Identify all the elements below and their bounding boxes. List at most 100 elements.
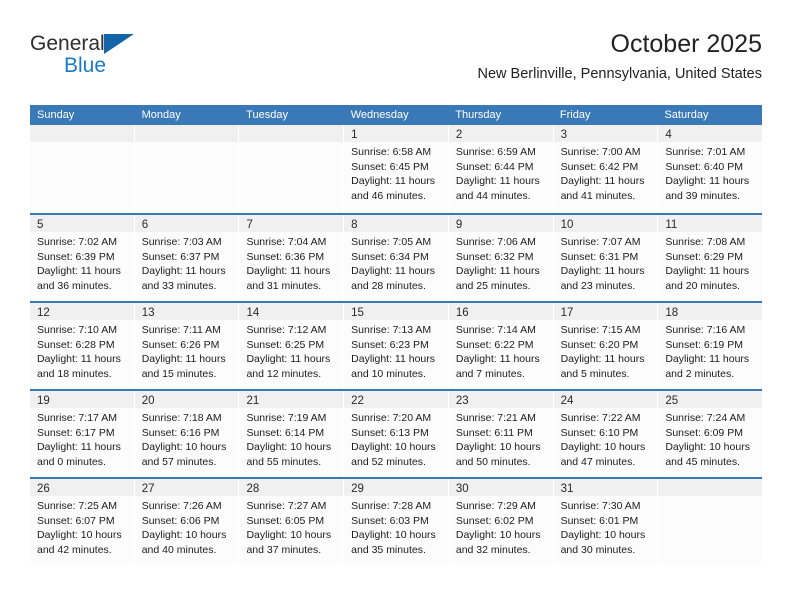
day-cell-12[interactable]: 12 Sunrise: 7:10 AM Sunset: 6:28 PM Dayligh… (30, 303, 135, 389)
daylight-text: Daylight: 10 hours (560, 441, 646, 453)
day-cell-4[interactable]: 4 Sunrise: 7:01 AM Sunset: 6:40 PM Daylight… (658, 125, 763, 213)
day-number: 20 (141, 395, 155, 407)
general-blue-logo[interactable]: General Blue (30, 32, 210, 88)
sunrise-text: Sunrise: 7:03 AM (141, 236, 222, 248)
day-number-band: 7 (239, 215, 344, 232)
daylight-text-cont: and 31 minutes. (246, 279, 322, 292)
day-details: Sunrise: 7:28 AM Sunset: 6:03 PM Daylight:… (344, 496, 448, 557)
daylight-text-cont: and 36 minutes. (37, 279, 112, 292)
week-row: 19 Sunrise: 7:17 AM Sunset: 6:17 PM Dayligh… (30, 389, 763, 477)
day-cell-31[interactable]: 31 Sunrise: 7:30 AM Sunset: 6:01 PM Dayligh… (553, 479, 659, 565)
sunrise-text: Sunrise: 7:01 AM (665, 146, 746, 158)
day-number-band: 28 (239, 479, 344, 496)
day-cell-24[interactable]: 24 Sunrise: 7:22 AM Sunset: 6:10 PM Dayligh… (553, 391, 659, 477)
day-cell-29[interactable]: 29 Sunrise: 7:28 AM Sunset: 6:03 PM Dayligh… (344, 479, 449, 565)
day-details: Sunrise: 7:25 AM Sunset: 6:07 PM Daylight:… (30, 496, 134, 557)
day-cell-6[interactable]: 6 Sunrise: 7:03 AM Sunset: 6:37 PM Daylight… (134, 215, 240, 301)
day-cell-30[interactable]: 30 Sunrise: 7:29 AM Sunset: 6:02 PM Dayligh… (448, 479, 554, 565)
day-details: Sunrise: 7:13 AM Sunset: 6:23 PM Daylight:… (344, 320, 448, 381)
day-number-band: 18 (658, 303, 763, 320)
day-details: Sunrise: 7:30 AM Sunset: 6:01 PM Daylight:… (554, 496, 658, 557)
daylight-text-cont: and 28 minutes. (351, 279, 426, 292)
day-details: Sunrise: 7:20 AM Sunset: 6:13 PM Daylight:… (344, 408, 448, 469)
day-cell-3[interactable]: 3 Sunrise: 7:00 AM Sunset: 6:42 PM Daylight… (553, 125, 659, 213)
day-number: 6 (141, 219, 149, 231)
day-number-band (658, 479, 763, 496)
daylight-text-cont: and 33 minutes. (141, 279, 217, 292)
title-block: October 2025 New Berlinville, Pennsylvan… (478, 28, 763, 84)
day-details: Sunrise: 7:15 AM Sunset: 6:20 PM Daylight:… (554, 320, 658, 381)
day-number: 13 (141, 307, 155, 319)
day-cell-21[interactable]: 21 Sunrise: 7:19 AM Sunset: 6:14 PM Dayligh… (239, 391, 345, 477)
day-details: Sunrise: 7:29 AM Sunset: 6:02 PM Daylight:… (449, 496, 553, 557)
day-cell-14[interactable]: 14 Sunrise: 7:12 AM Sunset: 6:25 PM Dayligh… (239, 303, 345, 389)
day-cell-10[interactable]: 10 Sunrise: 7:07 AM Sunset: 6:31 PM Dayligh… (553, 215, 659, 301)
sunrise-text: Sunrise: 7:18 AM (141, 412, 222, 424)
sunrise-text: Sunrise: 7:21 AM (455, 412, 536, 424)
day-cell-17[interactable]: 17 Sunrise: 7:15 AM Sunset: 6:20 PM Dayligh… (553, 303, 659, 389)
daylight-text: Daylight: 11 hours (455, 265, 540, 277)
daylight-text-cont: and 55 minutes. (246, 455, 322, 468)
daylight-text: Daylight: 11 hours (37, 353, 121, 365)
day-cell-1[interactable]: 1 Sunrise: 6:58 AM Sunset: 6:45 PM Daylight… (344, 125, 449, 213)
daylight-text: Daylight: 11 hours (665, 265, 750, 277)
day-cell-25[interactable]: 25 Sunrise: 7:24 AM Sunset: 6:09 PM Dayligh… (658, 391, 763, 477)
sunrise-text: Sunrise: 7:15 AM (560, 324, 641, 336)
day-details: Sunrise: 6:59 AM Sunset: 6:44 PM Daylight:… (449, 142, 553, 203)
sunset-text: Sunset: 6:16 PM (141, 426, 220, 439)
sunrise-text: Sunrise: 7:10 AM (37, 324, 117, 336)
day-cell-9[interactable]: 9 Sunrise: 7:06 AM Sunset: 6:32 PM Daylight… (448, 215, 554, 301)
sunrise-text: Sunrise: 7:02 AM (37, 236, 117, 248)
day-cell-28[interactable]: 28 Sunrise: 7:27 AM Sunset: 6:05 PM Dayligh… (239, 479, 345, 565)
day-number-band: 3 (553, 125, 658, 142)
day-number-band: 11 (658, 215, 763, 232)
sunrise-text: Sunrise: 7:17 AM (37, 412, 117, 424)
week-row: 26 Sunrise: 7:25 AM Sunset: 6:07 PM Dayligh… (30, 477, 763, 565)
sunrise-text: Sunrise: 7:25 AM (37, 500, 117, 512)
day-number-band: 6 (134, 215, 239, 232)
sunset-text: Sunset: 6:40 PM (665, 160, 743, 173)
day-cell-7[interactable]: 7 Sunrise: 7:04 AM Sunset: 6:36 PM Daylight… (239, 215, 345, 301)
sunset-text: Sunset: 6:34 PM (351, 250, 429, 263)
day-cell-13[interactable]: 13 Sunrise: 7:11 AM Sunset: 6:26 PM Dayligh… (134, 303, 240, 389)
sunset-text: Sunset: 6:29 PM (665, 250, 743, 263)
page-header: General Blue October 2025 New Berlinvill… (30, 28, 762, 100)
day-cell-27[interactable]: 27 Sunrise: 7:26 AM Sunset: 6:06 PM Dayligh… (134, 479, 240, 565)
day-cell-26[interactable]: 26 Sunrise: 7:25 AM Sunset: 6:07 PM Dayligh… (30, 479, 135, 565)
day-cell-8[interactable]: 8 Sunrise: 7:05 AM Sunset: 6:34 PM Daylight… (344, 215, 449, 301)
day-number-band (134, 125, 239, 142)
day-cell-5[interactable]: 5 Sunrise: 7:02 AM Sunset: 6:39 PM Daylight… (30, 215, 135, 301)
day-details: Sunrise: 7:06 AM Sunset: 6:32 PM Daylight:… (449, 232, 553, 293)
day-cell-20[interactable]: 20 Sunrise: 7:18 AM Sunset: 6:16 PM Dayligh… (134, 391, 240, 477)
day-cell-19[interactable]: 19 Sunrise: 7:17 AM Sunset: 6:17 PM Dayligh… (30, 391, 135, 477)
sunset-text: Sunset: 6:45 PM (351, 160, 429, 173)
day-number: 2 (455, 129, 463, 141)
day-cell-16[interactable]: 16 Sunrise: 7:14 AM Sunset: 6:22 PM Dayligh… (448, 303, 554, 389)
day-cell-empty (239, 125, 345, 213)
day-cell-15[interactable]: 15 Sunrise: 7:13 AM Sunset: 6:23 PM Dayligh… (344, 303, 449, 389)
daylight-text: Daylight: 10 hours (246, 529, 332, 541)
day-number: 15 (351, 307, 364, 319)
day-details: Sunrise: 7:03 AM Sunset: 6:37 PM Daylight:… (135, 232, 239, 293)
weekday-header-sunday: Sunday (37, 109, 75, 121)
day-cell-22[interactable]: 22 Sunrise: 7:20 AM Sunset: 6:13 PM Dayligh… (344, 391, 449, 477)
sunset-text: Sunset: 6:22 PM (455, 338, 534, 351)
day-cell-18[interactable]: 18 Sunrise: 7:16 AM Sunset: 6:19 PM Dayligh… (658, 303, 763, 389)
day-cell-2[interactable]: 2 Sunrise: 6:59 AM Sunset: 6:44 PM Daylight… (448, 125, 554, 213)
sunrise-text: Sunrise: 7:30 AM (560, 500, 641, 512)
weekday-header-monday: Monday (141, 109, 181, 121)
daylight-text-cont: and 15 minutes. (141, 367, 217, 380)
daylight-text: Daylight: 11 hours (141, 265, 226, 277)
sunrise-text: Sunrise: 7:16 AM (665, 324, 746, 336)
daylight-text-cont: and 7 minutes. (455, 367, 525, 380)
daylight-text: Daylight: 11 hours (141, 353, 226, 365)
daylight-text-cont: and 25 minutes. (455, 279, 531, 292)
daylight-text-cont: and 10 minutes. (351, 367, 426, 380)
day-details: Sunrise: 7:02 AM Sunset: 6:39 PM Daylight:… (30, 232, 134, 293)
day-details: Sunrise: 7:01 AM Sunset: 6:40 PM Daylight:… (658, 142, 762, 203)
day-number: 5 (37, 219, 44, 231)
day-cell-11[interactable]: 11 Sunrise: 7:08 AM Sunset: 6:29 PM Dayligh… (658, 215, 763, 301)
weekday-header-wednesday: Wednesday (350, 109, 409, 121)
day-cell-23[interactable]: 23 Sunrise: 7:21 AM Sunset: 6:11 PM Dayligh… (448, 391, 554, 477)
day-number-band: 27 (134, 479, 239, 496)
